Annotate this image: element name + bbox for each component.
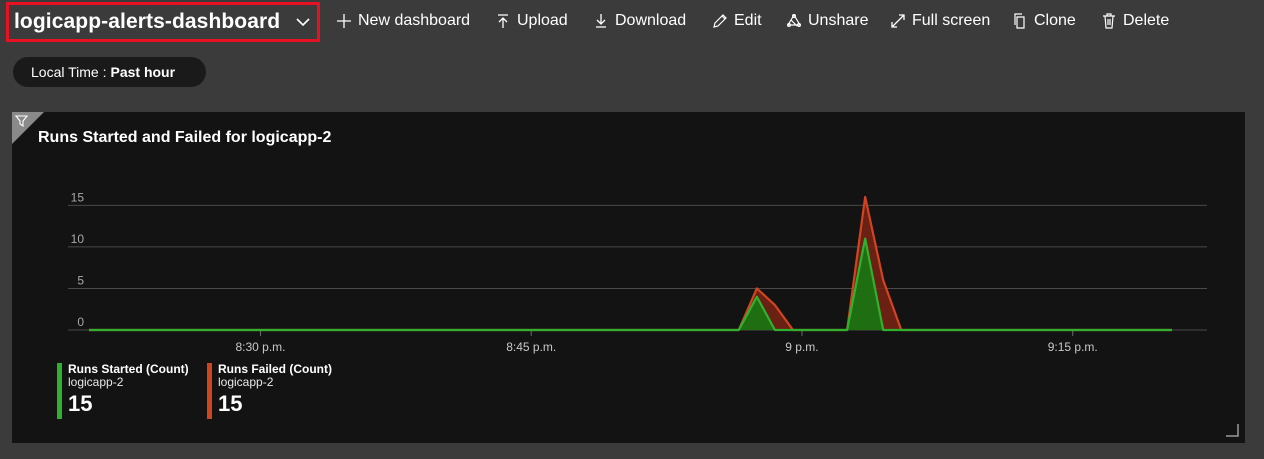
x-tick-label: 9 p.m.	[785, 340, 818, 354]
plus-icon	[337, 14, 351, 28]
expand-icon	[891, 14, 905, 28]
series-line-0	[89, 195, 1172, 332]
edit-button[interactable]: Edit	[712, 10, 762, 32]
legend-value: 15	[68, 391, 93, 416]
unshare-icon	[786, 13, 802, 27]
full-screen-button[interactable]: Full screen	[890, 10, 990, 32]
upload-label: Upload	[517, 12, 568, 29]
y-tick-label: 10	[71, 232, 85, 246]
upload-icon	[498, 14, 508, 28]
legend-item-runs-started[interactable]: Runs Started (Count) logicapp-2 15	[57, 363, 189, 419]
download-label: Download	[615, 12, 687, 29]
time-filter-value: Past hour	[110, 64, 176, 80]
full-screen-label: Full screen	[912, 12, 991, 29]
x-tick-label: 8:45 p.m.	[506, 340, 556, 354]
series-area-0	[89, 197, 1172, 330]
y-tick-label: 15	[71, 190, 85, 204]
legend-color-bar	[207, 363, 212, 419]
delete-button[interactable]: Delete	[1101, 10, 1169, 32]
x-tick-label: 8:30 p.m.	[235, 340, 285, 354]
chart-tile[interactable]: 0 5 10 15 8:30 p.m. 8:45 p.m. 9 p.m. 9:15 p.m. …	[12, 112, 1245, 443]
copy-icon	[1014, 13, 1025, 29]
new-dashboard-label: New dashboard	[358, 12, 471, 29]
y-tick-label: 0	[77, 315, 84, 329]
legend-resource-name: logicapp-2	[68, 375, 124, 389]
upload-button[interactable]: Upload	[495, 10, 568, 32]
y-tick-label: 5	[77, 273, 84, 287]
chevron-down-icon	[296, 18, 310, 27]
legend-resource-name: logicapp-2	[218, 375, 274, 389]
unshare-button[interactable]: Unshare	[786, 10, 868, 32]
download-button[interactable]: Download	[593, 10, 686, 32]
dashboard-toolbar: logicapp-alerts-dashboard New dashboard …	[0, 0, 1264, 44]
series-area-1	[89, 238, 1172, 330]
time-filter-label: Local Time :	[31, 64, 107, 80]
runs-chart: 0 5 10 15 8:30 p.m. 8:45 p.m. 9 p.m. 9:15 p.m.	[68, 190, 1207, 354]
download-icon	[596, 14, 606, 28]
edit-label: Edit	[734, 12, 762, 29]
legend-value: 15	[218, 391, 243, 416]
delete-label: Delete	[1123, 12, 1170, 29]
dashboard-title: logicapp-alerts-dashboard	[14, 10, 281, 33]
legend-item-runs-failed[interactable]: Runs Failed (Count) logicapp-2 15	[207, 363, 332, 419]
trash-icon	[1103, 13, 1115, 29]
legend-color-bar	[57, 363, 62, 419]
pencil-icon	[713, 14, 727, 28]
series-line-1	[89, 237, 1172, 332]
clone-button[interactable]: Clone	[1012, 10, 1076, 32]
x-tick-label: 9:15 p.m.	[1048, 340, 1098, 354]
new-dashboard-button[interactable]: New dashboard	[336, 10, 470, 32]
tile-title: Runs Started and Failed for logicapp-2	[38, 129, 332, 146]
dashboard-selector[interactable]: logicapp-alerts-dashboard	[6, 2, 320, 42]
time-range-filter[interactable]: Local Time : Past hour	[13, 57, 206, 87]
resize-handle-icon[interactable]	[1225, 423, 1239, 437]
clone-label: Clone	[1034, 12, 1076, 29]
unshare-label: Unshare	[808, 12, 869, 29]
